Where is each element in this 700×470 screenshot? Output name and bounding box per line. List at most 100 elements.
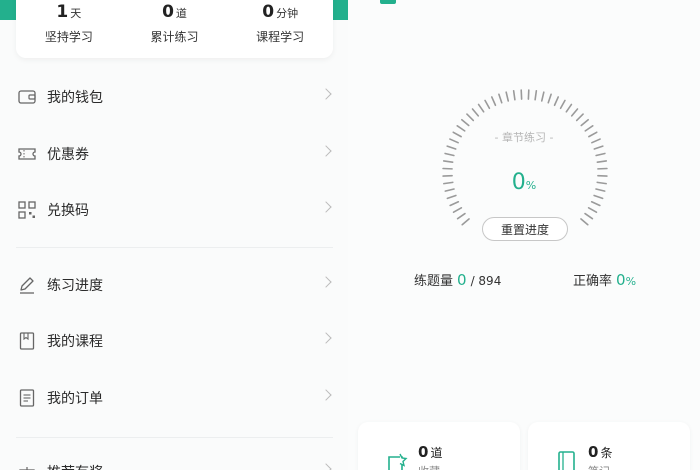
gauge-percent-unit: % (525, 179, 537, 192)
question-count-label: 练题量 (414, 274, 454, 289)
menu-label: 兑换码 (47, 203, 89, 219)
chevron-right-icon (320, 332, 332, 344)
grid-code-icon (18, 201, 36, 219)
reset-progress-button[interactable]: 重置进度 (482, 217, 568, 241)
notes-label: 笔记 (588, 463, 610, 470)
accent-strip-right (332, 0, 348, 20)
gauge-tick (461, 118, 470, 127)
gauge-tick (498, 93, 503, 104)
stat-unit: 天 (70, 7, 82, 20)
gauge-tick (547, 93, 552, 104)
bookmark-icon (18, 332, 36, 350)
accuracy-metric: 正确率 0% (573, 270, 636, 289)
favorites-label: 收藏 (418, 463, 440, 470)
question-done-value: 0 (457, 271, 467, 289)
gauge-tick (442, 160, 454, 163)
gauge-tick (471, 108, 480, 117)
favorites-count-unit: 道 (430, 446, 443, 460)
gauge-tick (565, 103, 573, 113)
gauge-tick (575, 113, 584, 122)
gauge-tick (444, 152, 455, 157)
gauge-tick (587, 207, 598, 214)
menu-label: 推荐有奖 (47, 462, 103, 470)
section-divider (16, 247, 333, 248)
menu-item-wallet[interactable]: 我的钱包 (0, 77, 348, 117)
gauge-tick (477, 103, 485, 113)
gauge-tick (449, 200, 460, 207)
gauge-tick (584, 212, 594, 220)
section-divider (16, 437, 333, 438)
menu-label: 练习进度 (47, 278, 103, 294)
menu-label: 我的订单 (47, 391, 103, 407)
question-count-metric: 练题量 0 / 894 (414, 270, 501, 289)
menu-label: 优惠券 (47, 147, 89, 163)
accuracy-unit: % (625, 275, 637, 288)
menu-item-redeem-code[interactable]: 兑换码 (0, 190, 348, 230)
gauge-tick (595, 152, 606, 157)
gauge-tick (456, 212, 466, 220)
menu-item-my-courses[interactable]: 我的课程 (0, 321, 348, 361)
menu-item-practice-progress[interactable]: 练习进度 (0, 265, 348, 305)
stat-study-days: 1 天 坚持学习 (16, 0, 122, 58)
favorites-icon (386, 452, 408, 470)
pencil-icon (18, 276, 36, 294)
menu-item-my-orders[interactable]: 我的订单 (0, 378, 348, 418)
gauge-tick (534, 89, 538, 101)
gauge-tick (590, 200, 601, 207)
ticket-icon (18, 145, 36, 163)
stat-course-minutes: 0 分钟 课程学习 (227, 0, 333, 58)
gauge-tick (580, 218, 589, 226)
stat-label: 坚持学习 (44, 30, 93, 44)
tab-indicator (380, 0, 396, 4)
menu-label: 我的钱包 (47, 90, 103, 106)
wallet-icon (18, 88, 36, 106)
chevron-right-icon (320, 463, 332, 470)
stat-unit: 道 (175, 7, 187, 20)
gauge-tick (446, 145, 457, 150)
document-icon (18, 389, 36, 407)
notes-count-value: 0 (588, 443, 599, 461)
gauge-tick (466, 113, 475, 122)
stat-value: 0 (262, 2, 275, 22)
stat-total-practice: 0 道 累计练习 (122, 0, 228, 58)
gauge-tick (484, 99, 491, 110)
gauge-tick (593, 145, 604, 150)
gauge-tick (512, 89, 516, 101)
gauge-percent-value: 0 (511, 170, 526, 195)
gauge-percent: 0% (348, 170, 700, 195)
chevron-right-icon (320, 201, 332, 213)
chevron-right-icon (320, 389, 332, 401)
gauge-title: - 章节练习 - (494, 131, 554, 144)
accuracy-label: 正确率 (573, 274, 613, 289)
gauge-tick (553, 96, 559, 107)
stat-label: 累计练习 (150, 30, 199, 44)
gauge-tick (452, 207, 463, 214)
menu-item-partial[interactable]: 推荐有奖 (0, 452, 348, 470)
gauge-tick (491, 96, 497, 107)
favorites-count: 0道 (418, 443, 442, 461)
gift-icon (18, 463, 36, 470)
accuracy-value: 0 (616, 271, 626, 289)
stat-unit: 分钟 (276, 7, 299, 20)
gauge-tick (596, 160, 608, 163)
gauge-tick (505, 91, 510, 102)
notes-count-unit: 条 (600, 446, 613, 460)
notes-count: 0条 (588, 443, 612, 461)
favorites-card[interactable]: 0道 收藏 (358, 422, 520, 470)
progress-panel: - 章节练习 - 0% 重置进度 练题量 0 / 894 正确率 0% 0道 收… (348, 0, 700, 470)
accent-strip-left (0, 0, 16, 20)
learning-stats-card: 1 天 坚持学习 0 道 累计练习 0 分钟 课程学习 (16, 0, 333, 58)
chevron-right-icon (320, 88, 332, 100)
gauge-tick (593, 194, 604, 200)
notes-card[interactable]: 0条 笔记 (528, 422, 690, 470)
notebook-icon (556, 450, 578, 470)
chevron-right-icon (320, 145, 332, 157)
gauge-tick (540, 91, 545, 102)
chevron-right-icon (320, 276, 332, 288)
gauge-tick (446, 194, 457, 200)
menu-item-coupons[interactable]: 优惠券 (0, 134, 348, 174)
menu-label: 我的课程 (47, 334, 103, 350)
stat-label: 课程学习 (256, 30, 305, 44)
stat-value: 1 (56, 2, 69, 22)
gauge-tick (580, 118, 589, 127)
